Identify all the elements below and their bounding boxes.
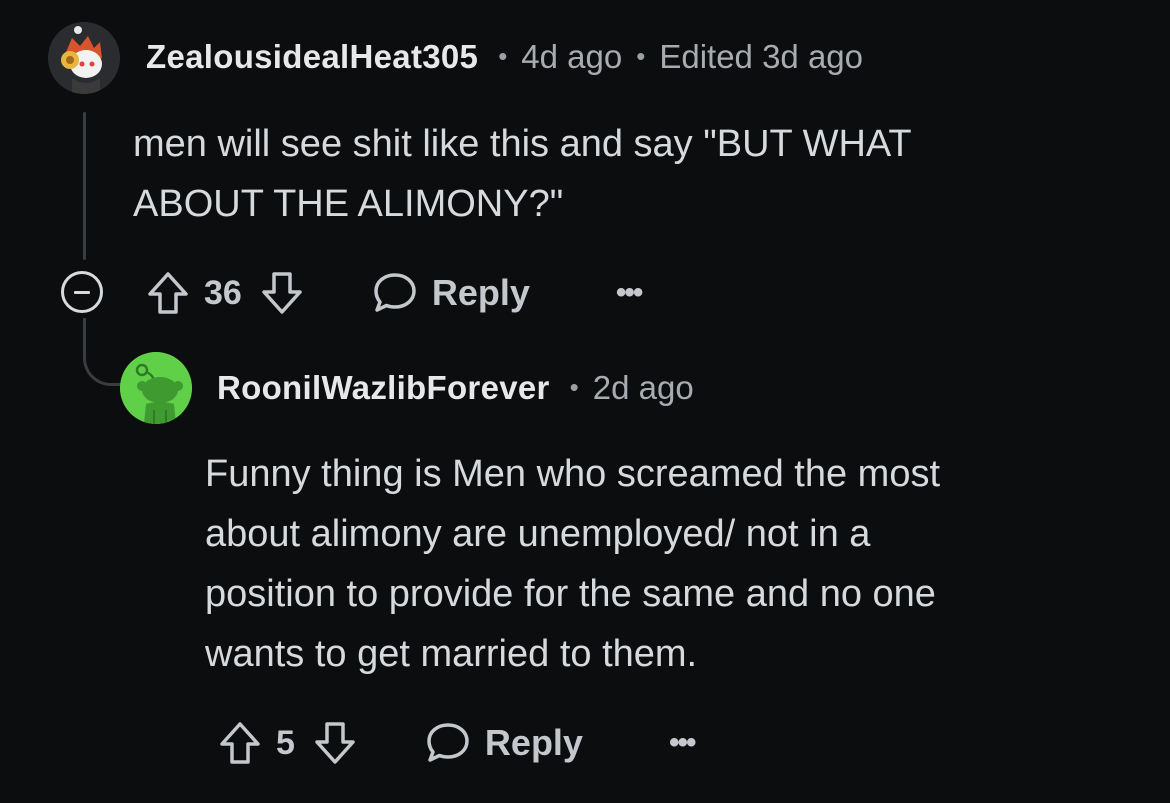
username[interactable]: ZealousidealHeat305 <box>146 38 478 76</box>
username[interactable]: RoonilWazlibForever <box>217 369 550 407</box>
collapse-button[interactable] <box>61 271 103 313</box>
more-options-button[interactable]: ••• <box>669 726 696 760</box>
comment-meta: ZealousidealHeat305 • 4d ago • Edited 3d… <box>146 38 863 76</box>
snoo-avatar-icon <box>120 352 192 424</box>
comment-body: men will see shit like this and say "BUT… <box>133 114 1093 234</box>
arrow-down-icon[interactable] <box>260 270 304 316</box>
comment-actions: 5 Reply ••• <box>218 720 696 766</box>
comment-line: position to provide for the same and no … <box>205 573 936 615</box>
comment-line: wants to get married to them. <box>205 633 698 675</box>
reply-button[interactable]: Reply <box>372 271 530 315</box>
thread-line[interactable] <box>83 112 86 260</box>
separator-dot: • <box>498 41 508 71</box>
reply-label: Reply <box>431 272 530 313</box>
comment-age: 2d ago <box>592 369 694 406</box>
reply-button[interactable]: Reply <box>425 721 583 765</box>
edited-label: Edited 3d ago <box>659 38 864 75</box>
avatar[interactable] <box>48 22 120 94</box>
reply-label: Reply <box>484 722 583 763</box>
comment-line: ABOUT THE ALIMONY?" <box>133 183 564 225</box>
speech-bubble-icon <box>374 273 416 312</box>
comment-actions: 36 Reply ••• <box>146 270 643 316</box>
more-options-button[interactable]: ••• <box>616 276 643 310</box>
comment-thread: ZealousidealHeat305 • 4d ago • Edited 3d… <box>0 0 1170 803</box>
thread-connector-line[interactable] <box>83 318 123 386</box>
comment-line: about alimony are unemployed/ not in a <box>205 513 871 555</box>
speech-bubble-icon <box>427 723 469 762</box>
arrow-up-icon[interactable] <box>218 720 262 766</box>
avatar[interactable] <box>120 352 192 424</box>
separator-dot: • <box>636 41 646 71</box>
minus-icon <box>74 290 90 294</box>
comment-line: Funny thing is Men who screamed the most <box>205 453 941 495</box>
comment-body: Funny thing is Men who screamed the most… <box>205 444 1105 684</box>
vote-score: 36 <box>204 273 242 312</box>
comment-line: men will see shit like this and say "BUT… <box>133 123 912 165</box>
separator-dot: • <box>569 372 579 402</box>
comment-meta: RoonilWazlibForever • 2d ago <box>217 369 694 407</box>
snoo-avatar-icon <box>48 22 120 94</box>
vote-score: 5 <box>276 723 295 762</box>
arrow-down-icon[interactable] <box>313 720 357 766</box>
comment-age: 4d ago <box>521 38 623 75</box>
arrow-up-icon[interactable] <box>146 270 190 316</box>
